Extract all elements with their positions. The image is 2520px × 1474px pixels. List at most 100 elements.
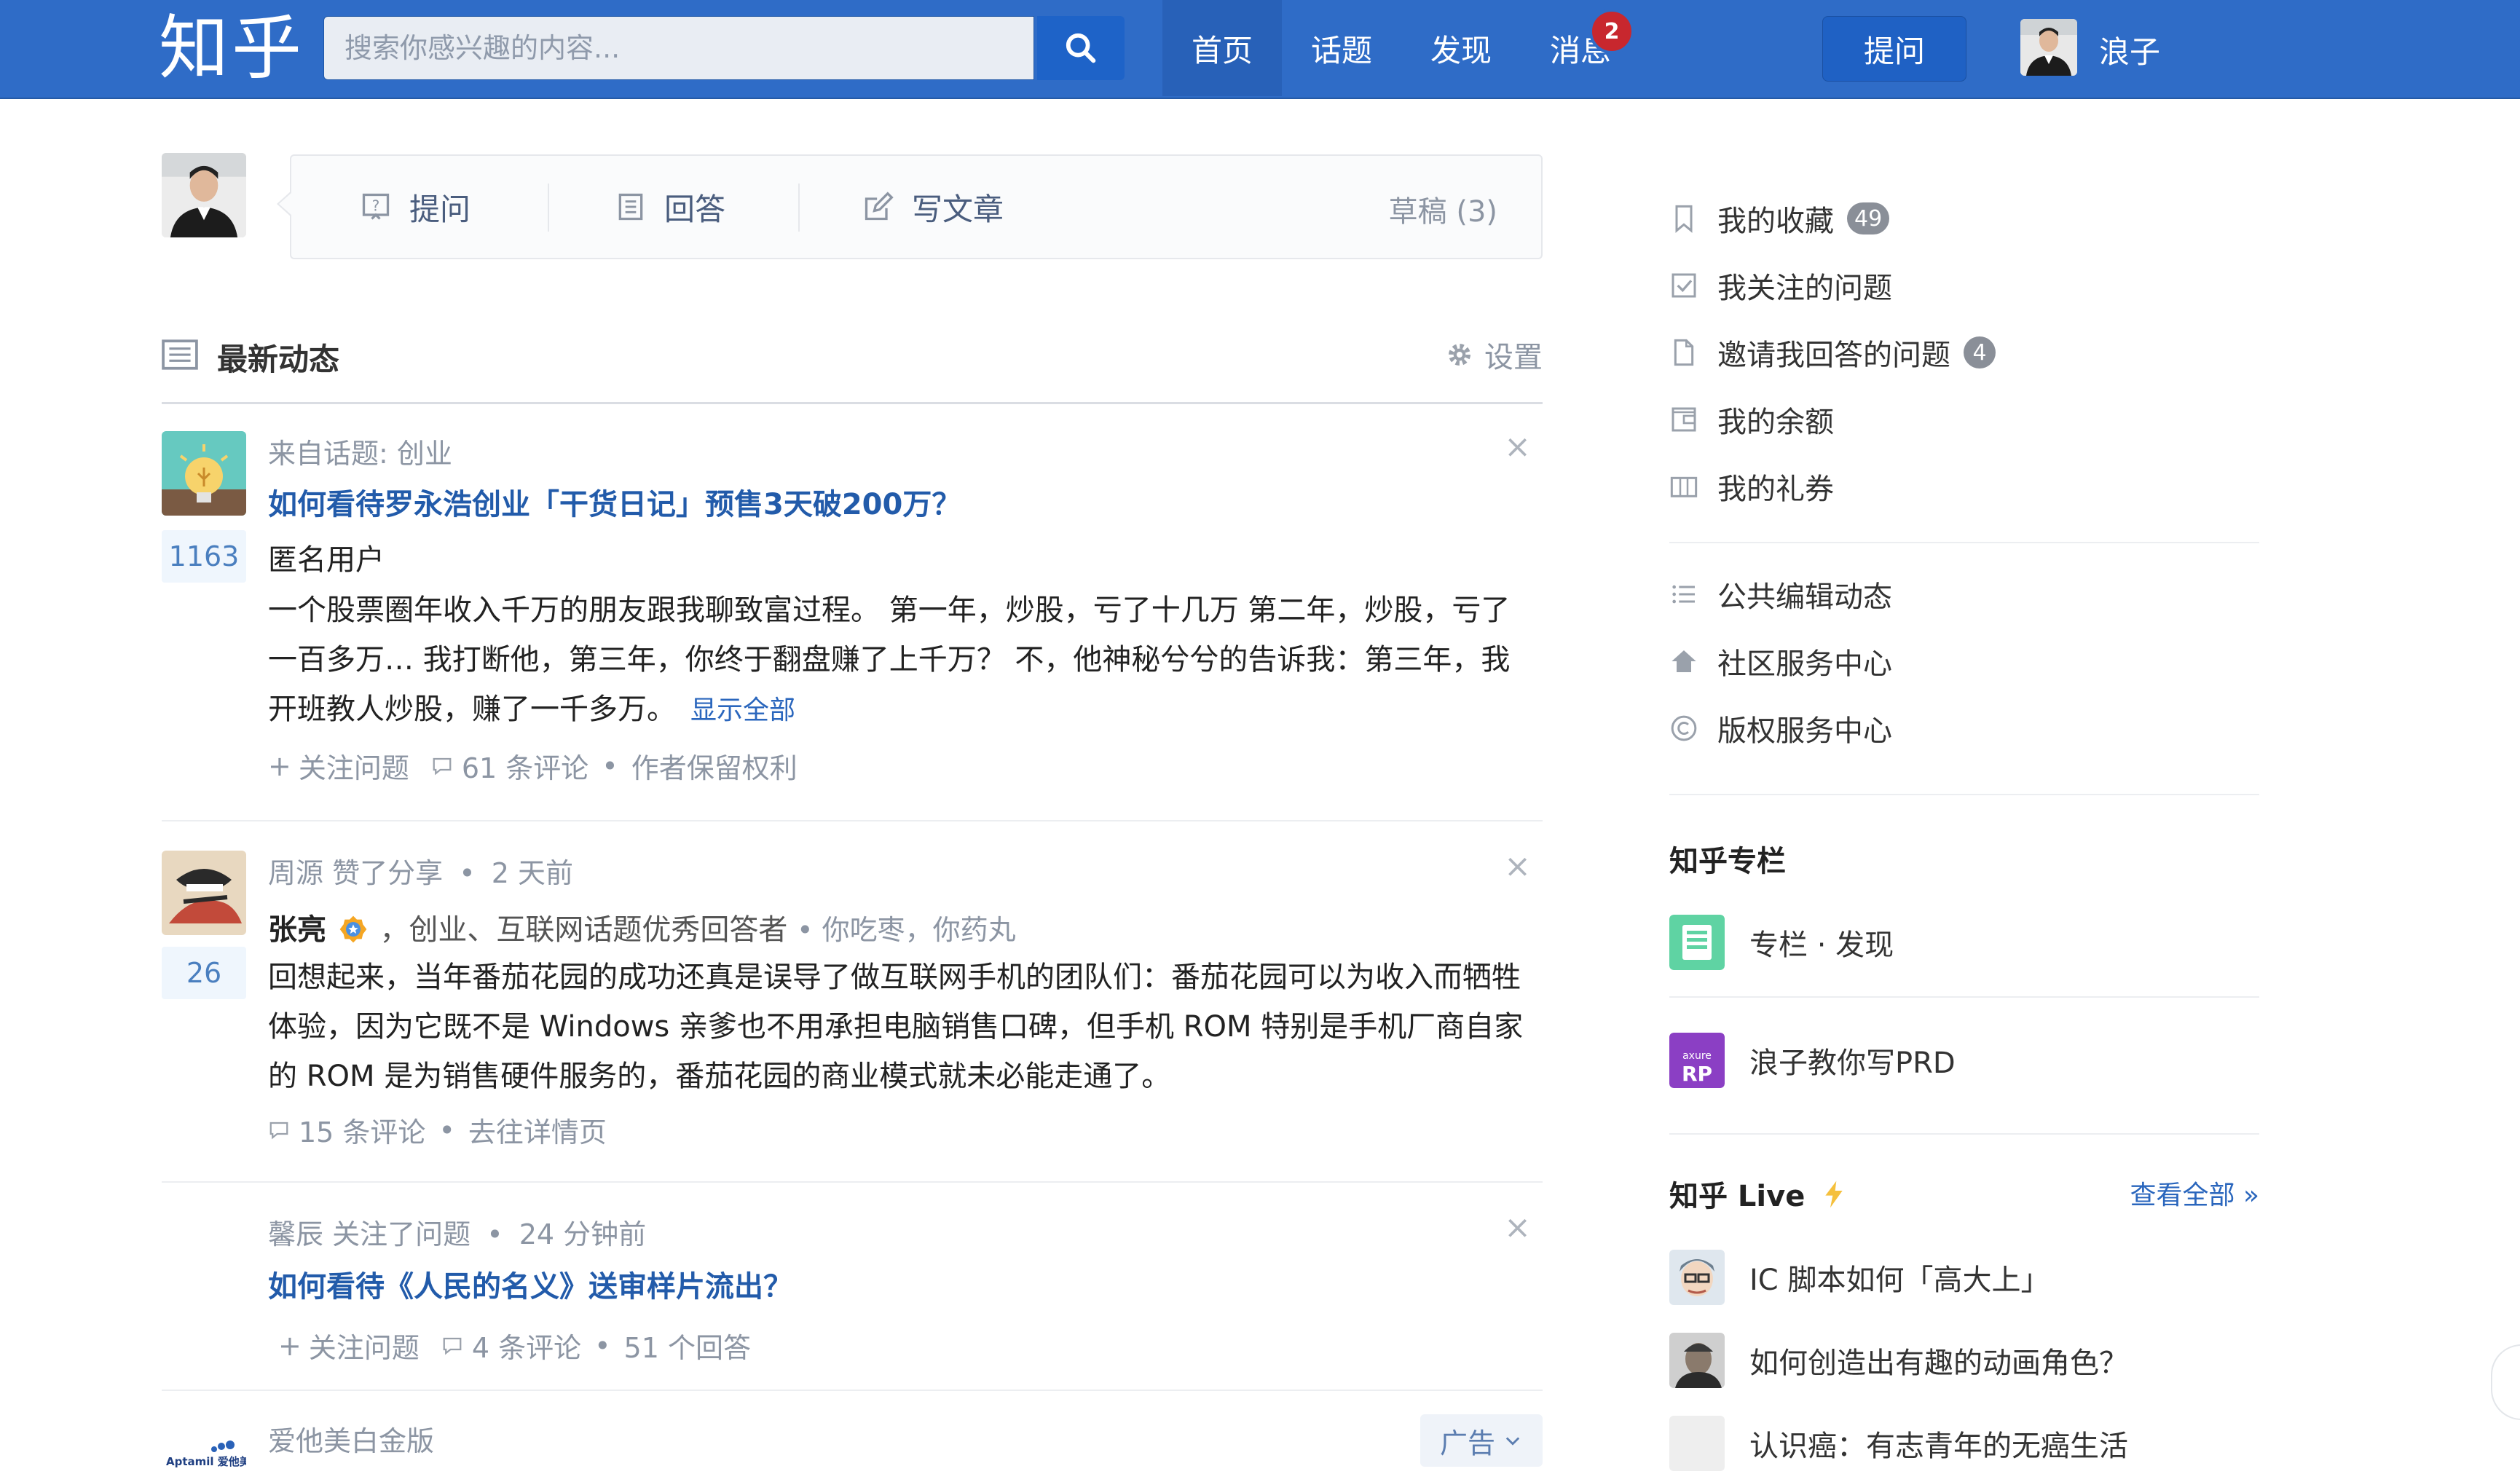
nav-topics[interactable]: 话题 (1282, 0, 1401, 96)
item-actions: 15 条评论 • 去往详情页 (268, 1110, 607, 1150)
author-bio: ，创业、互联网话题优秀回答者 (379, 913, 788, 947)
separator-dot: • (594, 1329, 611, 1362)
sidebar-item-community-center[interactable]: 社区服务中心 (1669, 639, 1892, 683)
feed-list-icon (162, 339, 198, 370)
close-icon[interactable]: × (1504, 848, 1531, 885)
comments-button[interactable]: 61 条评论 (462, 746, 588, 786)
compose-article-button[interactable]: 写文章 (862, 185, 1004, 229)
live-item[interactable]: 认识癌：有志青年的无癌生活 (1669, 1414, 2128, 1473)
follow-question-button[interactable]: 关注问题 (309, 1325, 420, 1365)
nav-home-label: 首页 (1192, 32, 1253, 68)
checkbox-icon (1672, 273, 1696, 298)
sidebar-item-copyright-center[interactable]: 版权服务中心 (1669, 706, 1892, 750)
vote-count[interactable]: 26 (162, 947, 246, 999)
answer-author[interactable]: 匿名用户 (268, 536, 385, 578)
vote-count[interactable]: 1163 (162, 530, 246, 583)
axure-rp-icon: axureRP (1669, 1033, 1725, 1088)
item-actions: + 关注问题 4 条评论 • 51 个回答 (278, 1325, 751, 1365)
coupon-icon (1670, 476, 1698, 497)
live-avatar (1669, 1333, 1725, 1388)
nav-topics-label: 话题 (1311, 32, 1373, 68)
question-title[interactable]: 如何看待《人民的名义》送审样片流出？ (268, 1263, 792, 1305)
columns-section-title: 知乎专栏 (1669, 845, 1786, 878)
author-motto: 你吃枣，你药丸 (822, 914, 1016, 946)
ad-logo[interactable]: Aptamil 爱他美 (162, 1427, 246, 1474)
follow-question-button[interactable]: 关注问题 (299, 746, 409, 786)
bookmark-icon (1675, 205, 1693, 233)
answers-count-link[interactable]: 51 个回答 (624, 1325, 751, 1365)
column-discover[interactable]: 专栏 · 发现 (1669, 913, 1894, 972)
comments-button[interactable]: 4 条评论 (472, 1325, 581, 1365)
column-label: 专栏 · 发现 (1749, 929, 1894, 962)
activity-time: 2 天前 (491, 857, 573, 889)
feed-item: 1163 来自话题: 创业 × 如何看待罗永浩创业「干货日记」预售3天破200万… (162, 428, 1543, 821)
sidebar-item-followed-questions[interactable]: 我关注的问题 (1669, 264, 1892, 307)
item-source[interactable]: 来自话题: 创业 (268, 431, 452, 471)
drafts-link[interactable]: 草稿 (3) (1389, 188, 1497, 230)
sidebar-item-label: 邀请我回答的问题 (1717, 339, 1950, 372)
feed-settings-button[interactable]: 设置 (1445, 334, 1543, 376)
gear-icon (1449, 344, 1470, 366)
nav-messages[interactable]: 消息 2 (1521, 0, 1640, 96)
user-name[interactable]: 浪子 (2099, 28, 2160, 72)
answer-excerpt: 一个股票圈年收入千万的朋友跟我聊致富过程。 第一年，炒股，亏了十几万 第二年，炒… (268, 586, 1535, 736)
nav-explore[interactable]: 发现 (1401, 0, 1521, 96)
ad-title[interactable]: 爱他美白金版 (268, 1419, 434, 1459)
search-button[interactable] (1037, 16, 1125, 80)
item-activity: 馨辰 关注了问题 • 24 分钟前 (268, 1212, 646, 1252)
sidebar-item-label: 版权服务中心 (1717, 714, 1892, 748)
show-all-link[interactable]: 显示全部 (690, 695, 795, 725)
column-label: 浪子教你写PRD (1749, 1047, 1956, 1080)
rp-text: RP (1682, 1062, 1712, 1086)
live-view-all-link[interactable]: 查看全部 » (2130, 1174, 2259, 1212)
scroll-to-top-button[interactable] (2491, 1344, 2520, 1420)
comment-icon (269, 1122, 288, 1139)
search-input[interactable] (323, 16, 1034, 80)
brand-logo: Aptamil 爱他美 (166, 1440, 246, 1468)
divider (1669, 996, 2259, 998)
question-title[interactable]: 如何看待罗永浩创业「干货日记」预售3天破200万？ (268, 481, 961, 523)
sidebar-item-coupons[interactable]: 我的礼券 (1669, 465, 1834, 508)
sidebar-item-collections[interactable]: 我的收藏 49 (1669, 197, 1890, 240)
my-avatar[interactable] (162, 153, 246, 237)
sidebar-item-invitations[interactable]: 邀请我回答的问题 4 (1669, 331, 1996, 374)
author-name[interactable]: 张亮 (268, 913, 326, 947)
ad-label-dropdown[interactable]: 广告 (1420, 1414, 1543, 1467)
user-avatar[interactable] (162, 851, 246, 935)
live-label: IC 脚本如何「高大上」 (1749, 1264, 2050, 1297)
live-item[interactable]: 如何创造出有趣的动画角色？ (1669, 1331, 2128, 1390)
user-avatar[interactable] (2020, 19, 2077, 76)
divider (548, 184, 549, 232)
separator-dot: • (602, 749, 618, 782)
close-icon[interactable]: × (1504, 1209, 1531, 1246)
activity-actor[interactable]: 周源 赞了分享 (268, 857, 443, 889)
compose-answer-button[interactable]: 回答 (615, 185, 725, 229)
comments-button[interactable]: 15 条评论 (299, 1110, 425, 1150)
live-item[interactable]: IC 脚本如何「高大上」 (1669, 1248, 2050, 1306)
main-nav: 首页 话题 发现 消息 2 (1162, 0, 1640, 96)
close-icon[interactable]: × (1504, 428, 1531, 465)
live-section-title: 知乎 Live (1669, 1172, 1848, 1215)
column-prd[interactable]: axure RP 浪子教你写PRD (1669, 1031, 1956, 1089)
feed-item: 馨辰 关注了问题 • 24 分钟前 × 如何看待《人民的名义》送审样片流出？ +… (162, 1209, 1543, 1391)
column-icon (1669, 915, 1725, 970)
topic-image[interactable] (162, 431, 246, 516)
view-detail-link[interactable]: 去往详情页 (468, 1110, 607, 1150)
list-icon (1672, 585, 1695, 604)
sidebar-item-public-edits[interactable]: 公共编辑动态 (1669, 572, 1892, 616)
answer-author-line: 张亮 ，创业、互联网话题优秀回答者 • 你吃枣，你药丸 (268, 906, 1016, 948)
sidebar-item-label: 我的余额 (1717, 406, 1834, 439)
settings-label: 设置 (1484, 341, 1543, 374)
activity-actor[interactable]: 馨辰 关注了问题 (268, 1218, 470, 1250)
top-navigation-bar: 知乎 首页 话题 发现 消息 2 提问 浪子 (0, 0, 2520, 99)
home-icon (1672, 650, 1696, 672)
answer-excerpt[interactable]: 回想起来，当年番茄花园的成功还真是误导了做互联网手机的团队们：番茄花园可以为收入… (268, 953, 1535, 1101)
compose-ask-button[interactable]: ? 提问 (360, 185, 470, 229)
notification-badge: 2 (1589, 9, 1635, 54)
ask-question-button[interactable]: 提问 (1822, 16, 1966, 82)
nav-home[interactable]: 首页 (1162, 0, 1283, 96)
live-label: 如何创造出有趣的动画角色？ (1749, 1347, 2128, 1380)
sidebar-item-balance[interactable]: 我的余额 (1669, 398, 1834, 441)
zhihu-logo[interactable]: 知乎 (159, 6, 304, 90)
separator-dot: • (459, 857, 476, 889)
